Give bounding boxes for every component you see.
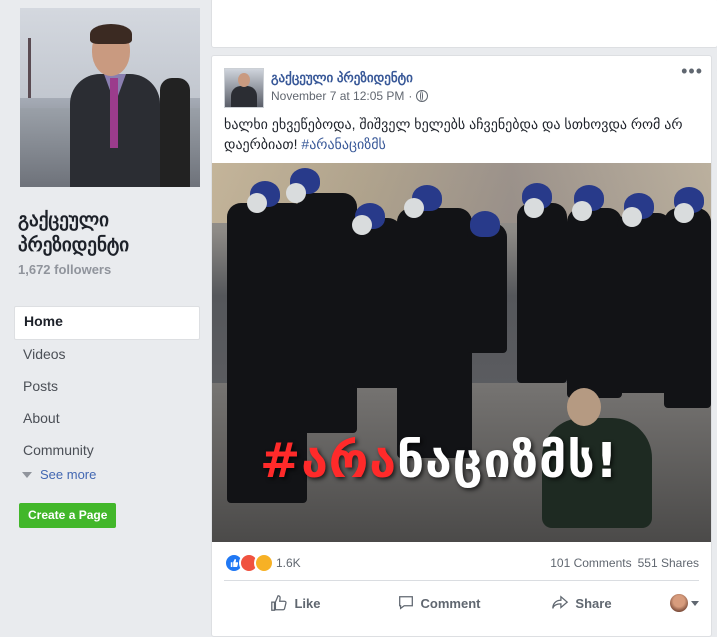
chevron-down-icon: [691, 600, 699, 606]
slogan-white: ნაციზმს!: [396, 433, 619, 489]
post-meta: November 7 at 12:05 PM ·: [271, 89, 429, 103]
previous-card: [211, 0, 717, 48]
post-body: ხალხი ეხვეწებოდა, შიშველ ხელებს აჩვენებდ…: [224, 116, 683, 152]
chevron-down-icon: [22, 471, 32, 478]
post-text: ხალხი ეხვეწებოდა, შიშველ ხელებს აჩვენებდ…: [224, 114, 699, 154]
sad-reaction-icon: [254, 553, 274, 573]
nav-item-community[interactable]: Community: [14, 436, 200, 468]
viewer-avatar: [670, 594, 688, 612]
globe-icon: [416, 90, 429, 102]
nav-item-posts[interactable]: Posts: [14, 372, 200, 404]
police-figure: [567, 208, 622, 398]
post-timestamp[interactable]: November 7 at 12:05 PM: [271, 89, 404, 103]
nav-item-about[interactable]: About: [14, 404, 200, 436]
police-figure: [397, 208, 472, 458]
followers-count: 1,672 followers: [18, 262, 112, 277]
profile-photo[interactable]: [20, 8, 200, 187]
author-avatar[interactable]: [224, 68, 264, 108]
share-button[interactable]: Share: [510, 594, 653, 612]
hashtag-link[interactable]: #არანაციზმს: [301, 136, 385, 152]
shares-count[interactable]: 551 Shares: [638, 556, 699, 570]
thumbs-up-icon: [271, 595, 288, 611]
police-figure: [664, 208, 711, 408]
comment-icon: [398, 596, 413, 610]
see-more-label: See more: [40, 467, 97, 482]
share-arrow-icon: [552, 595, 569, 609]
police-figure: [517, 203, 567, 383]
feed-post: გაქცეული პრეზიდენტი November 7 at 12:05 …: [211, 55, 712, 637]
create-page-button[interactable]: Create a Page: [19, 503, 117, 528]
post-actions: Like Comment Share: [224, 584, 699, 622]
police-figure: [297, 193, 357, 433]
comment-label: Comment: [420, 595, 481, 611]
like-label: Like: [294, 595, 321, 611]
post-stats: 1.6K 101 Comments 551 Shares: [224, 549, 699, 575]
see-more-link[interactable]: See more: [22, 467, 96, 482]
reactions[interactable]: [224, 553, 274, 573]
post-author[interactable]: გაქცეული პრეზიდენტი: [271, 70, 413, 86]
page-sidebar: გაქცეული პრეზიდენტი 1,672 followers Home…: [0, 0, 210, 628]
comment-button[interactable]: Comment: [367, 594, 510, 612]
more-options-icon[interactable]: •••: [681, 62, 703, 80]
reaction-count[interactable]: 1.6K: [276, 556, 301, 570]
comments-count[interactable]: 101 Comments: [550, 556, 631, 570]
page-title[interactable]: გაქცეული პრეზიდენტი: [18, 208, 198, 258]
police-figure: [352, 218, 402, 388]
share-label: Share: [575, 595, 612, 611]
nav-item-home[interactable]: Home: [14, 306, 200, 340]
police-figure: [467, 223, 507, 353]
viewer-selector[interactable]: [653, 594, 699, 612]
slogan-red: #არა: [260, 433, 397, 489]
nav-item-videos[interactable]: Videos: [14, 340, 200, 372]
divider: [224, 580, 699, 581]
like-button[interactable]: Like: [224, 594, 367, 612]
photo-slogan: #არანაციზმს!: [260, 433, 619, 489]
page-nav: Home Videos Posts About Community: [14, 306, 200, 468]
post-photo[interactable]: #არანაციზმს!: [212, 163, 711, 542]
